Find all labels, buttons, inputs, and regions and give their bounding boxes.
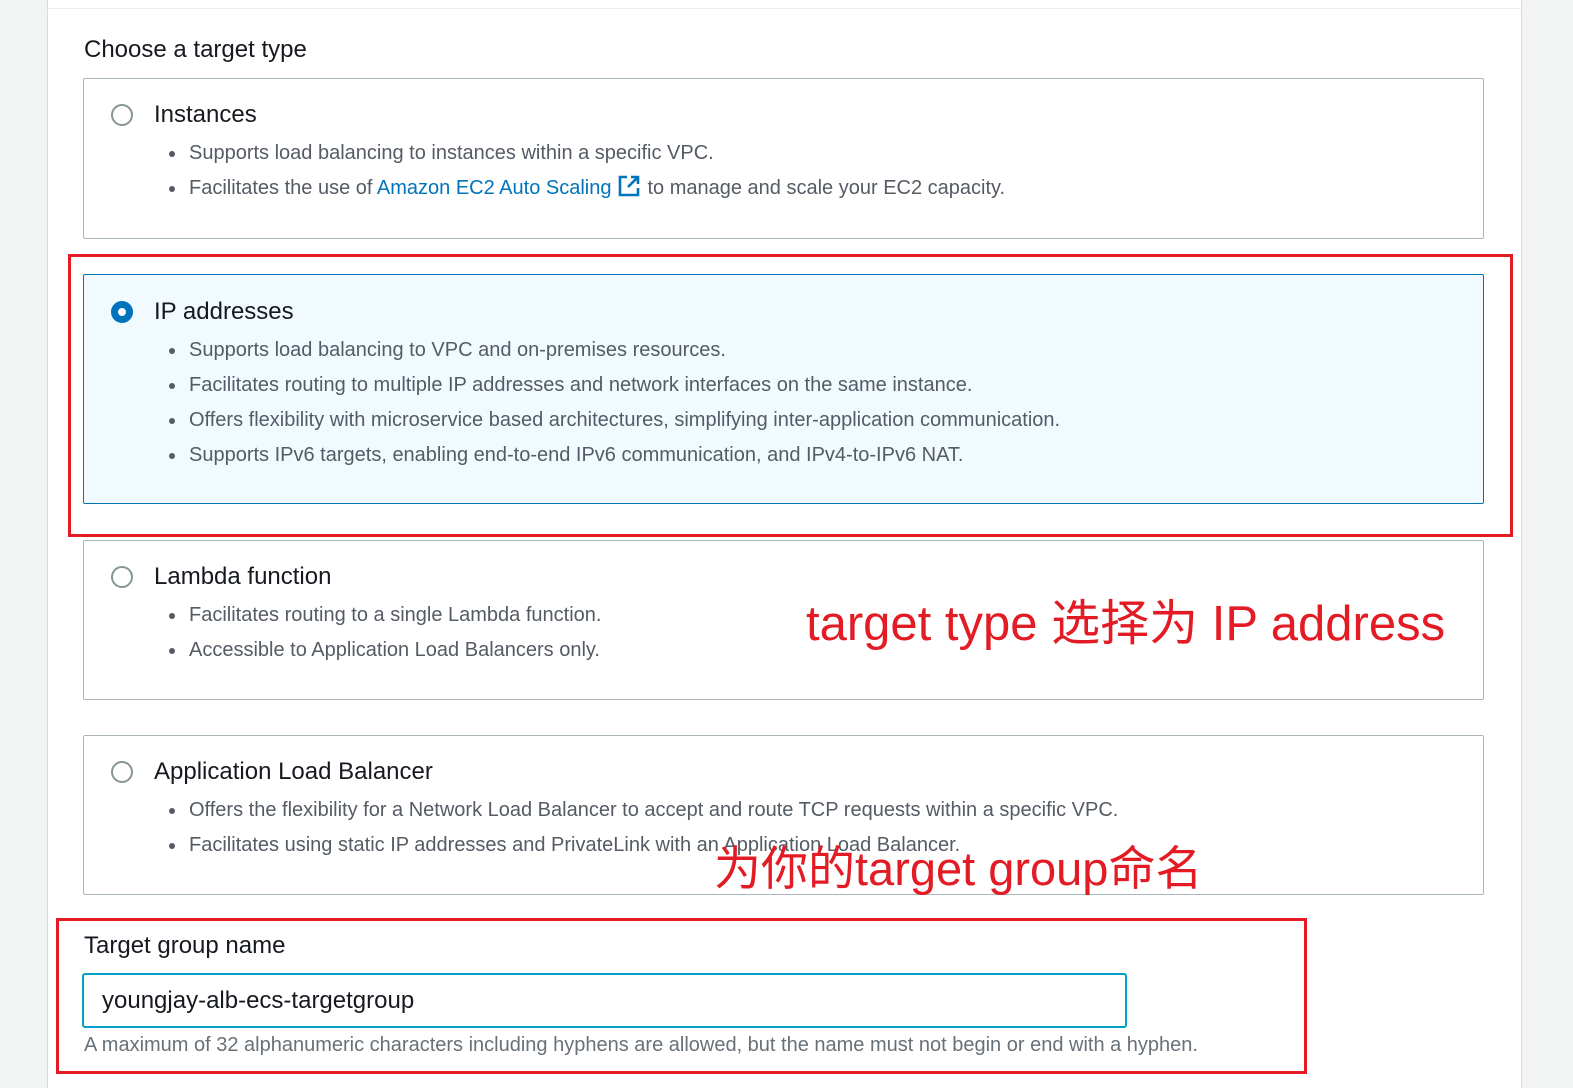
option-title-instances: Instances [154,101,257,128]
target-group-name-input[interactable] [82,973,1127,1028]
option-card-instances[interactable]: Instances Supports load balancing to ins… [83,78,1484,239]
radio-ip-addresses[interactable] [111,301,133,323]
option-title-lambda-function: Lambda function [154,563,332,590]
external-link-icon[interactable] [617,174,641,198]
section-title: Choose a target type [84,36,307,63]
bullet: Accessible to Application Load Balancers… [166,633,601,668]
option-bullets-instances: Supports load balancing to instances wit… [166,136,1005,206]
bullet: Offers flexibility with microservice bas… [166,403,1060,438]
target-group-name-label: Target group name [84,932,286,959]
bullet-text: to manage and scale your EC2 capacity. [647,177,1006,199]
bullet: Supports load balancing to instances wit… [166,136,1005,171]
option-bullets-ip-addresses: Supports load balancing to VPC and on-pr… [166,333,1060,473]
radio-lambda-function[interactable] [111,566,133,588]
bullet-text: Facilitates the use of [189,177,373,199]
option-title-application-load-balancer: Application Load Balancer [154,758,433,785]
radio-application-load-balancer[interactable] [111,761,133,783]
target-group-name-hint: A maximum of 32 alphanumeric characters … [84,1034,1198,1056]
option-title-ip-addresses: IP addresses [154,298,294,325]
radio-instances[interactable] [111,104,133,126]
bullet: Facilitates routing to a single Lambda f… [166,598,601,633]
option-card-ip-addresses[interactable]: IP addresses Supports load balancing to … [83,274,1484,504]
bullet: Facilitates routing to multiple IP addre… [166,368,1060,403]
bullet: Offers the flexibility for a Network Loa… [166,793,1118,828]
annotation-name-target-group: 为你的target group命名 [714,842,1203,895]
bullet: Supports load balancing to VPC and on-pr… [166,333,1060,368]
annotation-target-type: target type 选择为 IP address [806,597,1446,651]
ec2-auto-scaling-link[interactable]: Amazon EC2 Auto Scaling [377,177,612,199]
bullet: Supports IPv6 targets, enabling end-to-e… [166,438,1060,473]
top-divider [47,8,1521,9]
bullet: Facilitates the use of Amazon EC2 Auto S… [166,171,1005,206]
option-bullets-lambda-function: Facilitates routing to a single Lambda f… [166,598,601,668]
